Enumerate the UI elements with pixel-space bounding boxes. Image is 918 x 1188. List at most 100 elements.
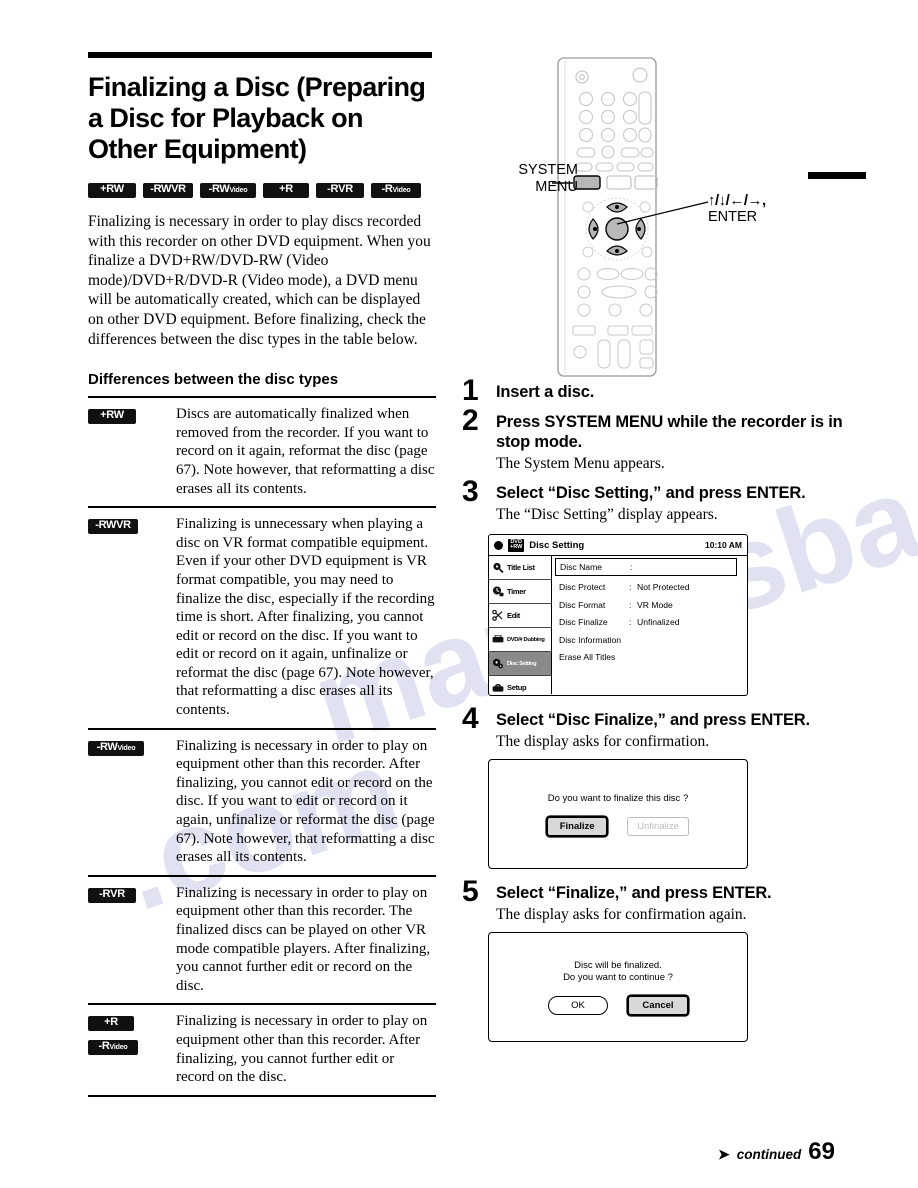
dialog-buttons: Finalize Unfinalize (547, 816, 689, 836)
step-number: 4 (462, 702, 479, 735)
badge-rw-vr: -RW VR (143, 183, 193, 198)
sidebar-item-timer[interactable]: Timer (489, 580, 551, 604)
sidebar-label: Edit (507, 611, 520, 620)
page-title: Finalizing a Disc (Preparing a Disc for … (88, 72, 426, 164)
enter-callout: ↑/↓/←/→, ENTER (708, 192, 848, 226)
step-title: Select “Disc Finalize,” and press ENTER. (496, 711, 810, 729)
toolbox-icon (492, 682, 504, 693)
ok-button[interactable]: OK (548, 995, 608, 1015)
osd-header: DVD +RW Disc Setting 10:10 AM (489, 535, 747, 556)
row-description: Finalizing is necessary in order to play… (176, 1003, 436, 1097)
osd-item-key: Erase All Titles (559, 652, 616, 662)
step-title: Select “Finalize,” and press ENTER. (496, 884, 772, 902)
step-title: Select “Disc Setting,” and press ENTER. (496, 484, 806, 502)
sidebar-item-setup[interactable]: Setup (489, 676, 551, 695)
table-row: -RW Video Finalizing is necessary in orde… (88, 727, 436, 876)
row-badge-cell: -R VR (88, 874, 176, 1005)
step-number: 2 (462, 404, 479, 437)
osd-body: Title List Timer Edit DVD/# Dubbing Disc… (489, 556, 747, 694)
table-row: -R VR Finalizing is necessary in order to… (88, 874, 436, 1005)
row-description: Discs are automatically finalized when r… (176, 396, 436, 508)
disc-type-badge-row: +RW -RW VR -RW Video +R -R VR -R Video (88, 183, 436, 198)
badge-plus-r: +R (88, 1016, 134, 1032)
sidebar-item-disc-setting[interactable]: Disc Setting (489, 652, 551, 676)
osd-item-key: Disc Format (559, 599, 606, 610)
badge-rw-video: -RW Video (200, 183, 256, 198)
sidebar-item-title-list[interactable]: Title List (489, 556, 551, 580)
sidebar-item-edit[interactable]: Edit (489, 604, 551, 628)
step-title: Insert a disc. (496, 383, 595, 401)
disc-icon (494, 540, 503, 550)
step-note: The “Disc Setting” display appears. (496, 506, 718, 523)
dialog-message: Do you want to finalize this disc ? (547, 792, 689, 804)
badge-rw-video: -RW Video (88, 740, 144, 756)
system-menu-callout: SYSTEM MENU (518, 162, 578, 195)
left-column: Finalizing a Disc (Preparing a Disc for … (88, 52, 436, 1097)
badge-plus-rw: +RW (88, 183, 136, 198)
row-description: Finalizing is necessary in order to play… (176, 874, 436, 1005)
osd-item-colon: : (629, 617, 632, 627)
cancel-button[interactable]: Cancel (628, 995, 688, 1015)
remote-control-illustration: SYSTEM MENU ↑/↓/←/→, ENTER (460, 52, 880, 382)
arrow-keys-icon: ↑/↓/←/→, (708, 192, 766, 209)
step-number: 1 (462, 374, 479, 407)
row-badge-cell: -RW Video (88, 727, 176, 876)
osd-item-disc-protect[interactable]: Disc Protect : Not Protected (559, 582, 743, 592)
step-note: The System Menu appears. (496, 455, 665, 472)
osd-item-disc-information[interactable]: Disc Information (559, 635, 743, 645)
manual-page: manualsbase .com Finalizing a Disc (Prep… (0, 0, 918, 1188)
page-footer: ➤ continued 69 (718, 1138, 835, 1166)
unfinalize-button: Unfinalize (627, 816, 689, 836)
right-column: SYSTEM MENU ↑/↓/←/→, ENTER 1 Insert a di… (460, 52, 880, 1048)
osd-item-disc-format[interactable]: Disc Format : VR Mode (559, 600, 743, 610)
osd-item-key: Disc Name (560, 562, 603, 572)
sidebar-label: Timer (507, 587, 526, 596)
row-description: Finalizing is unnecessary when playing a… (176, 506, 436, 729)
intro-paragraph: Finalizing is necessary in order to play… (88, 213, 431, 348)
osd-item-disc-finalize[interactable]: Disc Finalize : Unfinalized (559, 617, 743, 627)
table-row: +R -R Video Finalizing is necessary in or… (88, 1003, 436, 1097)
osd-item-disc-name[interactable]: Disc Name : (555, 558, 737, 576)
disc-magnifier-icon (492, 562, 504, 573)
badge-plus-r: +R (263, 183, 309, 198)
sidebar-label: Disc Setting (507, 660, 537, 667)
osd-item-colon: : (629, 599, 632, 610)
enter-key (605, 217, 629, 241)
dvd-logo-line2: +RW (510, 544, 523, 550)
scissors-icon (492, 610, 504, 621)
osd-item-colon: : (629, 582, 632, 592)
osd-item-key: Disc Information (559, 634, 622, 645)
clock-icon (492, 586, 504, 597)
enter-callout-label: ENTER (708, 209, 758, 225)
dialog-message-line1: Disc will be finalized. (574, 959, 662, 971)
step-title: Press SYSTEM MENU while the recorder is … (496, 413, 843, 451)
step-5: 5 Select “Finalize,” and press ENTER. Th… (460, 877, 880, 924)
finalize-button[interactable]: Finalize (547, 816, 608, 836)
table-heading: Differences between the disc types (88, 371, 339, 389)
row-badge-cell: +RW (88, 396, 176, 508)
badge-r-video: -R Video (88, 1040, 138, 1056)
step-1: 1 Insert a disc. (460, 376, 880, 406)
title-rule (88, 52, 432, 58)
step-3: 3 Select “Disc Setting,” and press ENTER… (460, 477, 880, 524)
right-arrow-icon: ➤ (718, 1146, 730, 1162)
osd-menu-list: Disc Name : Disc Protect : Not Protected… (552, 556, 747, 694)
sidebar-item-dvd-dubbing[interactable]: DVD/# Dubbing (489, 628, 551, 652)
table-row: +RW Discs are automatically finalized wh… (88, 396, 436, 508)
osd-item-value: Not Protected (637, 582, 690, 592)
osd-clock: 10:10 AM (704, 540, 742, 550)
badge-r-video: -R Video (371, 183, 421, 198)
step-number: 3 (462, 475, 479, 508)
step-2: 2 Press SYSTEM MENU while the recorder i… (460, 406, 880, 473)
badge-plus-rw: +RW (88, 409, 136, 425)
osd-item-erase-all-titles[interactable]: Erase All Titles (559, 652, 743, 662)
table-row: -RW VR Finalizing is unnecessary when pla… (88, 506, 436, 729)
osd-title: Disc Setting (529, 539, 585, 551)
step-number: 5 (462, 875, 479, 908)
osd-item-key: Disc Finalize (559, 617, 608, 627)
continue-confirm-dialog: Disc will be finalized. Do you want to c… (488, 932, 748, 1042)
finalize-confirm-dialog: Do you want to finalize this disc ? Fina… (488, 759, 748, 869)
sidebar-label: Setup (507, 683, 527, 692)
dialog-message-line2: Do you want to continue ? (563, 971, 673, 983)
badge-r-vr: -R VR (88, 887, 136, 903)
